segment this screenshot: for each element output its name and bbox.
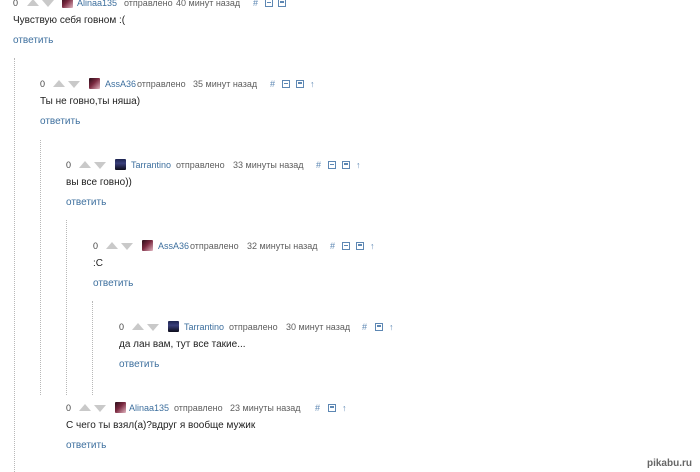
reply-link[interactable]: ответить <box>119 358 669 371</box>
timestamp: 30 минут назад <box>286 322 351 332</box>
comment-meta: 0 Tarrantino отправлено 33 минуты назад … <box>66 158 666 172</box>
collapse-icon[interactable] <box>328 161 336 169</box>
thread-line <box>92 301 93 395</box>
sent-label: отправлено <box>124 0 173 8</box>
comment-meta: 0 AssA36 отправлено 32 минуты назад # ↑ <box>93 239 663 253</box>
save-icon[interactable] <box>328 404 336 412</box>
comment-meta: 0 Alinaa135 отправлено 40 минут назад # <box>13 0 673 10</box>
thread-line <box>40 140 41 395</box>
sent-label: отправлено <box>190 241 239 251</box>
comment: 0 Alinaa135 отправлено 23 минуты назад #… <box>66 401 666 452</box>
downvote-icon[interactable] <box>68 81 80 88</box>
reply-link[interactable]: ответить <box>66 196 666 209</box>
downvote-icon[interactable] <box>42 0 54 7</box>
comment: 0 AssA36 отправлено 32 минуты назад # ↑ … <box>93 239 663 290</box>
hash-icon[interactable]: # <box>316 158 321 172</box>
save-icon[interactable] <box>375 323 383 331</box>
sent-label: отправлено <box>176 160 225 170</box>
comment: 0 Alinaa135 отправлено 40 минут назад # … <box>13 0 673 47</box>
collapse-icon[interactable] <box>342 242 350 250</box>
username[interactable]: AssA36 <box>158 239 189 253</box>
save-icon[interactable] <box>356 242 364 250</box>
username[interactable]: Alinaa135 <box>129 401 169 415</box>
username[interactable]: Alinaa135 <box>77 0 117 10</box>
timestamp: 32 минуты назад <box>247 241 318 251</box>
username[interactable]: AssA36 <box>105 77 136 91</box>
upvote-icon[interactable] <box>79 404 91 411</box>
hash-icon[interactable]: # <box>362 320 367 334</box>
rating-value: 0 <box>40 79 46 89</box>
comment-meta: 0 Alinaa135 отправлено 23 минуты назад #… <box>66 401 666 415</box>
sent-label: отправлено <box>229 322 278 332</box>
upvote-icon[interactable] <box>53 80 65 87</box>
parent-arrow-icon[interactable]: ↑ <box>356 158 361 172</box>
parent-arrow-icon[interactable]: ↑ <box>342 401 347 415</box>
save-icon[interactable] <box>296 80 304 88</box>
timestamp: 23 минуты назад <box>230 403 301 413</box>
rating-value: 0 <box>93 241 99 251</box>
timestamp: 40 минут назад <box>176 0 241 8</box>
save-icon[interactable] <box>342 161 350 169</box>
timestamp: 35 минут назад <box>193 79 258 89</box>
avatar[interactable] <box>168 321 179 332</box>
username[interactable]: Tarrantino <box>131 158 171 172</box>
downvote-icon[interactable] <box>121 243 133 250</box>
rating-value: 0 <box>13 0 19 8</box>
hash-icon[interactable]: # <box>253 0 258 10</box>
timestamp: 33 минуты назад <box>233 160 304 170</box>
upvote-icon[interactable] <box>27 0 39 6</box>
hash-icon[interactable]: # <box>270 77 275 91</box>
avatar[interactable] <box>115 159 126 170</box>
sent-label: отправлено <box>137 79 186 89</box>
hash-icon[interactable]: # <box>330 239 335 253</box>
rating-value: 0 <box>66 403 72 413</box>
parent-arrow-icon[interactable]: ↑ <box>310 77 315 91</box>
comment-text: Чувствую себя говном :( <box>13 15 126 26</box>
hash-icon[interactable]: # <box>315 401 320 415</box>
downvote-icon[interactable] <box>147 324 159 331</box>
upvote-icon[interactable] <box>132 323 144 330</box>
avatar[interactable] <box>115 402 126 413</box>
reply-link[interactable]: ответить <box>40 115 670 128</box>
reply-link[interactable]: ответить <box>93 277 663 290</box>
username[interactable]: Tarrantino <box>184 320 224 334</box>
reply-link[interactable]: ответить <box>66 439 666 452</box>
comment-text: Ты не говно,ты няша) <box>40 96 141 107</box>
parent-arrow-icon[interactable]: ↑ <box>389 320 394 334</box>
comment-text: :C <box>93 258 103 269</box>
upvote-icon[interactable] <box>79 161 91 168</box>
comment-text: да лан вам, тут все такие... <box>119 339 246 350</box>
thread-line <box>14 58 15 472</box>
avatar[interactable] <box>142 240 153 251</box>
thread-line <box>66 220 67 395</box>
avatar[interactable] <box>89 78 100 89</box>
comment-meta: 0 Tarrantino отправлено 30 минут назад #… <box>119 320 669 334</box>
comment: 0 Tarrantino отправлено 30 минут назад #… <box>119 320 669 371</box>
downvote-icon[interactable] <box>94 405 106 412</box>
save-icon[interactable] <box>278 0 286 7</box>
parent-arrow-icon[interactable]: ↑ <box>370 239 375 253</box>
site-watermark: pikabu.ru <box>644 458 694 469</box>
collapse-icon[interactable] <box>282 80 290 88</box>
collapse-icon[interactable] <box>265 0 273 7</box>
sent-label: отправлено <box>174 403 223 413</box>
upvote-icon[interactable] <box>106 242 118 249</box>
rating-value: 0 <box>119 322 125 332</box>
comment-text: вы все говно)) <box>66 177 132 188</box>
reply-link[interactable]: ответить <box>13 34 673 47</box>
avatar[interactable] <box>62 0 73 8</box>
comment-meta: 0 AssA36 отправлено 35 минут назад # ↑ <box>40 77 670 91</box>
downvote-icon[interactable] <box>94 162 106 169</box>
comment: 0 Tarrantino отправлено 33 минуты назад … <box>66 158 666 209</box>
rating-value: 0 <box>66 160 72 170</box>
comment: 0 AssA36 отправлено 35 минут назад # ↑ Т… <box>40 77 670 128</box>
comment-text: С чего ты взял(а)?вдруг я вообще мужик <box>66 420 256 431</box>
